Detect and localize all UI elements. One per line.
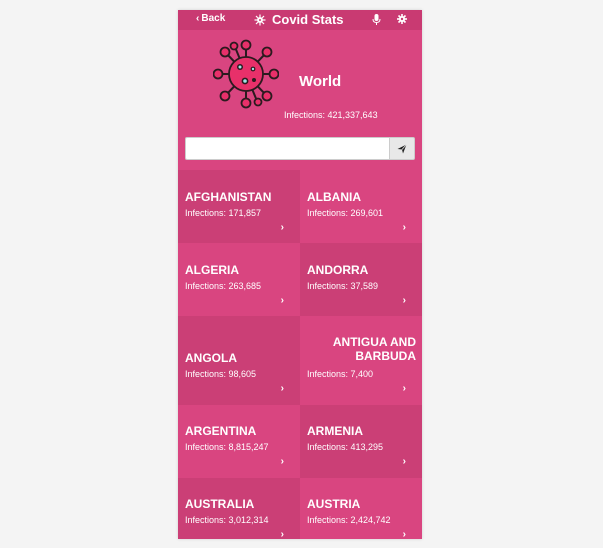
app-title: Covid Stats <box>254 12 344 27</box>
country-name: ANTIGUA AND BARBUDA <box>332 335 416 363</box>
country-infections: Infections: 7,400 <box>307 369 374 379</box>
chevron-right-icon: › <box>280 456 284 467</box>
country-infections: Infections: 8,815,247 <box>185 442 269 452</box>
country-card[interactable]: ANGOLA Infections: 98,605 › <box>178 316 300 405</box>
country-name: ARMENIA <box>307 424 363 438</box>
chevron-right-icon: › <box>402 529 406 539</box>
world-title: World <box>299 73 342 90</box>
app-window: ‹ Back Covid Stats World Infections: 421… <box>178 10 422 539</box>
country-card[interactable]: AUSTRIA Infections: 2,424,742 › <box>300 478 422 539</box>
country-card[interactable]: ALBANIA Infections: 269,601 › <box>300 170 422 243</box>
country-name: ALGERIA <box>185 263 239 277</box>
virus-icon <box>213 39 279 109</box>
search-bar <box>185 137 415 160</box>
country-card[interactable]: ARMENIA Infections: 413,295 › <box>300 405 422 478</box>
chevron-right-icon: › <box>402 456 406 467</box>
chevron-right-icon: › <box>402 295 406 306</box>
world-infections: Infections: 421,337,643 <box>284 110 378 120</box>
country-infections: Infections: 263,685 <box>185 281 262 291</box>
top-bar: ‹ Back Covid Stats <box>178 10 422 30</box>
country-card[interactable]: ANDORRA Infections: 37,589 › <box>300 243 422 316</box>
country-card[interactable]: ALGERIA Infections: 263,685 › <box>178 243 300 316</box>
country-infections: Infections: 413,295 <box>307 442 384 452</box>
back-label: Back <box>201 13 226 24</box>
country-name: ARGENTINA <box>185 424 257 438</box>
country-infections: Infections: 171,857 <box>185 208 262 218</box>
back-button[interactable]: ‹ Back <box>196 13 225 24</box>
send-icon <box>397 143 407 153</box>
chevron-right-icon: › <box>280 222 284 233</box>
world-summary[interactable]: World Infections: 421,337,643 <box>178 30 422 142</box>
country-card[interactable]: AUSTRALIA Infections: 3,012,314 › <box>178 478 300 539</box>
virus-icon <box>254 14 266 25</box>
country-infections: Infections: 2,424,742 <box>307 515 391 525</box>
chevron-right-icon: › <box>280 383 284 394</box>
country-infections: Infections: 98,605 <box>185 369 257 379</box>
country-card[interactable]: ANTIGUA AND BARBUDA Infections: 7,400 › <box>300 316 422 405</box>
country-infections: Infections: 37,589 <box>307 281 379 291</box>
microphone-icon[interactable] <box>372 14 381 25</box>
country-name: AUSTRALIA <box>185 497 255 511</box>
country-card[interactable]: ARGENTINA Infections: 8,815,247 › <box>178 405 300 478</box>
country-infections: Infections: 3,012,314 <box>185 515 269 525</box>
chevron-right-icon: › <box>280 529 284 539</box>
country-name: ANDORRA <box>307 263 369 277</box>
country-name: ANGOLA <box>185 351 237 365</box>
search-input[interactable] <box>185 137 389 160</box>
search-button[interactable] <box>389 137 415 160</box>
chevron-right-icon: › <box>402 222 406 233</box>
chevron-right-icon: › <box>402 383 406 394</box>
country-infections: Infections: 269,601 <box>307 208 384 218</box>
country-name: ALBANIA <box>307 190 361 204</box>
chevron-left-icon: ‹ <box>196 13 200 24</box>
title-text: Covid Stats <box>272 12 344 27</box>
country-card[interactable]: AFGHANISTAN Infections: 171,857 › <box>178 170 300 243</box>
country-name: AUSTRIA <box>307 497 361 511</box>
country-name: AFGHANISTAN <box>185 190 272 204</box>
chevron-right-icon: › <box>280 295 284 306</box>
gear-icon[interactable] <box>397 14 407 24</box>
